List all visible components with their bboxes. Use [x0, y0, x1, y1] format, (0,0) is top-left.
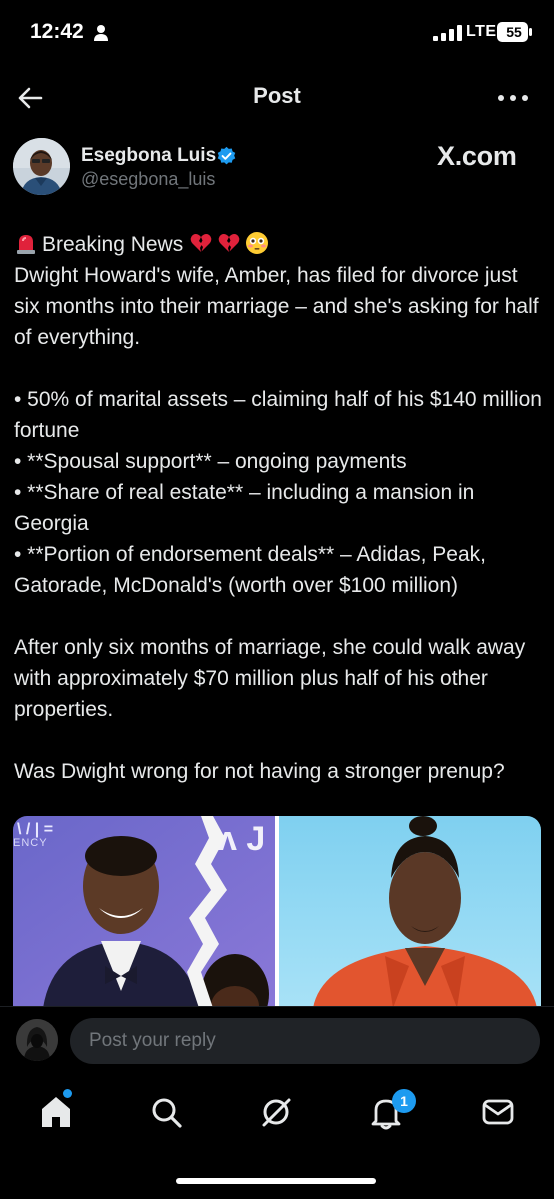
bullet-item: • 50% of marital assets – claiming half … — [14, 388, 542, 442]
headline-text: Breaking News — [42, 233, 184, 256]
more-options-icon[interactable] — [496, 84, 530, 112]
battery-level: 55 — [506, 24, 522, 40]
svg-text:\ / | =: \ / | = — [17, 821, 53, 838]
person-icon — [94, 25, 108, 41]
author-name[interactable]: Esegbona Luis — [81, 145, 216, 167]
backdrop-text: ENCY — [13, 837, 48, 849]
home-unread-dot — [63, 1089, 72, 1098]
broken-heart-icon — [218, 234, 240, 252]
post-media-image[interactable]: \ / | = ENCY ʌ J — [13, 816, 541, 1008]
status-bar: 12:42 LTE 55 — [0, 0, 554, 70]
user-avatar[interactable] — [16, 1019, 58, 1061]
question-paragraph: Was Dwight wrong for not having a strong… — [14, 760, 505, 783]
intro-paragraph: Dwight Howard's wife, Amber, has filed f… — [14, 264, 539, 349]
svg-text:ʌ J: ʌ J — [218, 820, 265, 858]
reply-bar — [0, 1006, 554, 1079]
messages-icon[interactable] — [478, 1092, 518, 1132]
headline-line: Breaking News — [14, 229, 544, 260]
grok-icon[interactable] — [256, 1092, 296, 1132]
bullet-item: • **Portion of endorsement deals** – Adi… — [14, 543, 486, 597]
body-paragraph: After only six months of marriage, she c… — [14, 636, 526, 721]
notification-badge: 1 — [392, 1089, 416, 1113]
status-time: 12:42 — [30, 20, 84, 43]
signal-icon — [433, 25, 462, 41]
broken-heart-icon — [190, 234, 212, 252]
home-indicator — [176, 1178, 376, 1184]
page-title: Post — [253, 83, 301, 108]
bullet-item: • **Share of real estate** – including a… — [14, 481, 475, 535]
search-icon[interactable] — [146, 1092, 186, 1132]
flushed-face-icon — [246, 232, 269, 254]
verified-badge-icon — [217, 146, 236, 165]
headline-emojis — [189, 232, 273, 256]
post-text: Breaking News Dwight Howard's wife, Ambe… — [14, 229, 544, 787]
network-label: LTE — [466, 23, 497, 40]
post-header: Post — [0, 72, 554, 124]
bottom-nav — [0, 1080, 554, 1150]
bullet-item: • **Spousal support** – ongoing payments — [14, 450, 407, 473]
reply-input[interactable] — [70, 1018, 540, 1064]
author-avatar[interactable] — [13, 138, 70, 195]
source-watermark: X.com — [437, 141, 517, 171]
siren-icon — [17, 235, 35, 254]
home-icon[interactable] — [36, 1092, 76, 1132]
author-handle[interactable]: @esegbona_luis — [81, 169, 215, 190]
